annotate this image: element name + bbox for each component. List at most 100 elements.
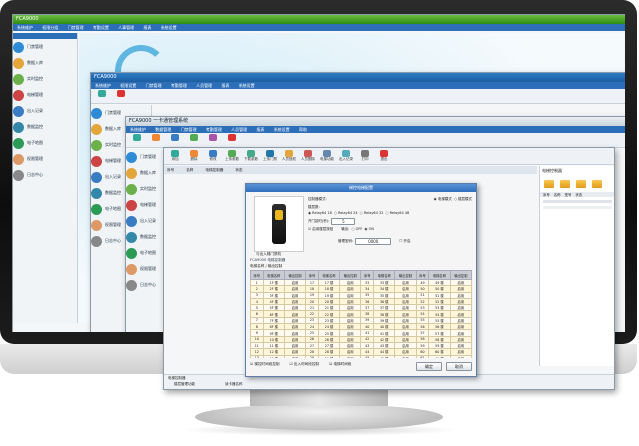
- floor-radio[interactable]: ○ Relay64 32: [360, 211, 384, 215]
- table-cell: 45: [360, 354, 375, 358]
- upload-params-button[interactable]: 上传参数: [224, 150, 240, 162]
- menu-item[interactable]: 系统维护: [91, 83, 115, 88]
- password-label: 管理密码:: [338, 238, 354, 243]
- sidebar-item[interactable]: 门禁管理: [13, 39, 77, 55]
- table-cell: 61: [415, 354, 430, 358]
- toolbar-button[interactable]: [129, 134, 145, 146]
- toolbar-button[interactable]: [148, 134, 164, 146]
- mode-label: 控制器模式:: [308, 196, 327, 201]
- toolbar-button[interactable]: [113, 90, 129, 102]
- sidebar-item[interactable]: 权限管理: [13, 151, 77, 167]
- bottom-row: 楼层管理功能 读卡器名称: [174, 381, 243, 386]
- table-cell: 29: [305, 354, 319, 358]
- folder-icon[interactable]: [560, 180, 570, 188]
- folder-icon[interactable]: [544, 180, 554, 188]
- sidebar-item[interactable]: 电梯管理: [13, 87, 77, 103]
- open-delay-input[interactable]: 5: [331, 217, 356, 225]
- door-icon: [266, 150, 274, 157]
- exit-icon: [380, 150, 388, 157]
- menu-item[interactable]: 权限设置: [116, 83, 140, 88]
- sidebar-item[interactable]: 出入记录: [13, 103, 77, 119]
- menu-item[interactable]: 报表: [139, 25, 155, 30]
- floor-radio[interactable]: ○ Relay64 48: [385, 211, 409, 215]
- password-checkbox[interactable]: ☐ 开启: [399, 239, 410, 244]
- download-icon: [209, 134, 217, 141]
- table-header-cell: 序号: [305, 270, 319, 280]
- menu-item[interactable]: 人员管理: [227, 127, 251, 132]
- menu-item[interactable]: 系统维护: [13, 25, 37, 30]
- menu-item[interactable]: 人员管理: [192, 83, 216, 88]
- menu-item[interactable]: 门禁管理: [177, 127, 201, 132]
- menu-item[interactable]: 门禁管理: [142, 83, 166, 88]
- folder-icon[interactable]: [592, 180, 602, 188]
- elevator-icon: [126, 199, 137, 211]
- menu-item[interactable]: 考勤管理: [167, 83, 191, 88]
- window-third-title: FCA9000 一卡通管理系统: [126, 117, 625, 126]
- toolbar-button[interactable]: [186, 134, 202, 146]
- elevator-icon: [91, 155, 102, 167]
- toolbar-button[interactable]: [205, 134, 221, 146]
- table-cell: 13 楼: [262, 354, 285, 358]
- edit-icon: [171, 134, 179, 141]
- add-button[interactable]: 添加: [167, 150, 183, 162]
- cancel-button[interactable]: 取消: [446, 362, 472, 371]
- sidebar-item[interactable]: 日志中心: [13, 167, 77, 183]
- menu-item[interactable]: 门禁管理: [64, 25, 88, 30]
- table-cell: 启用: [449, 354, 472, 358]
- menu-item[interactable]: 系统维护: [126, 127, 150, 132]
- floor-radio[interactable]: ◉ Relay64 16: [308, 211, 332, 215]
- folder-icon[interactable]: [576, 180, 586, 188]
- sidebar-item[interactable]: 实时监控: [13, 71, 77, 87]
- menu-item[interactable]: 系统设置: [157, 25, 181, 30]
- menu-item[interactable]: 报表: [252, 127, 268, 132]
- download-params-button[interactable]: 下载参数: [243, 150, 259, 162]
- io-radio[interactable]: ◉ ON: [364, 227, 374, 231]
- menu-item[interactable]: 数据管理: [151, 127, 175, 132]
- data-icon: [126, 231, 137, 243]
- toolbar-button[interactable]: [167, 134, 183, 146]
- menu-item[interactable]: 帮助: [295, 127, 311, 132]
- delete-button[interactable]: 删除: [186, 150, 202, 162]
- footer-checkbox[interactable]: ☑ 出入时间段控制: [290, 362, 320, 367]
- io-radio[interactable]: ○ OFF: [351, 227, 362, 231]
- menu-item[interactable]: 考勤管理: [202, 127, 226, 132]
- data-icon: [91, 187, 102, 199]
- menu-item[interactable]: 系统设置: [235, 83, 259, 88]
- sidebar-item[interactable]: 数据监控: [13, 119, 77, 135]
- mode-radio[interactable]: ◉ 电梯模式: [434, 197, 452, 202]
- floor-radio[interactable]: ○ Relay64 24: [334, 211, 358, 215]
- monitor-stand-foot: [195, 404, 443, 430]
- user-icon: [13, 57, 24, 69]
- revoke-button[interactable]: 人员删除: [300, 150, 316, 162]
- sidebar-item[interactable]: 数据入库: [13, 55, 77, 71]
- footer-checkbox[interactable]: ☑ 电梯时间段: [329, 362, 351, 367]
- toolbar-button[interactable]: [224, 134, 240, 146]
- table-row[interactable]: 1313 楼启用2929 楼启用4545 楼启用6161 楼启用: [250, 354, 472, 358]
- menu-item[interactable]: 权限分组: [38, 25, 62, 30]
- table-header-cell: 输出控制: [394, 270, 417, 280]
- menu-item[interactable]: 考勤设置: [89, 25, 113, 30]
- exit-button[interactable]: 退出: [376, 150, 392, 162]
- table-cell: 启用: [283, 354, 307, 358]
- menu-item[interactable]: 报表: [217, 83, 233, 88]
- print-button[interactable]: 打印: [357, 150, 373, 162]
- table-header-cell: 电梯名称: [262, 270, 285, 280]
- door-icon: [91, 107, 102, 119]
- records-button[interactable]: 出入记录: [338, 150, 354, 162]
- sidebar-item[interactable]: 电子地图: [13, 135, 77, 151]
- window-third-menubar: 系统维护 数据管理 门禁管理 考勤管理 人员管理 报表 系统设置 帮助: [126, 126, 625, 133]
- elevator-button[interactable]: 电梯功能: [319, 150, 335, 162]
- footer-checkbox[interactable]: ☑ 梯控时间段控制: [250, 362, 280, 367]
- mode-radio[interactable]: ○ 楼层模式: [454, 197, 472, 202]
- add-icon: [133, 134, 141, 141]
- floor-table-container: 序号 电梯名称 输出控制 序号 电梯名称 输出控制 序号 电梯名称 输出控制 序号 电梯名称 输出控制…: [250, 270, 472, 358]
- ok-button[interactable]: 确定: [416, 362, 442, 371]
- password-input[interactable]: 0000: [355, 237, 392, 245]
- edit-button[interactable]: 修改: [205, 150, 221, 162]
- grant-button[interactable]: 人员授权: [281, 150, 297, 162]
- floor-button-checkbox[interactable]: ☑ 启用楼层按钮: [308, 227, 333, 232]
- upload-door-button[interactable]: 上传门禁: [262, 150, 278, 162]
- menu-item[interactable]: 系统设置: [270, 127, 294, 132]
- toolbar-button[interactable]: [94, 90, 110, 102]
- menu-item[interactable]: 人事管理: [114, 25, 138, 30]
